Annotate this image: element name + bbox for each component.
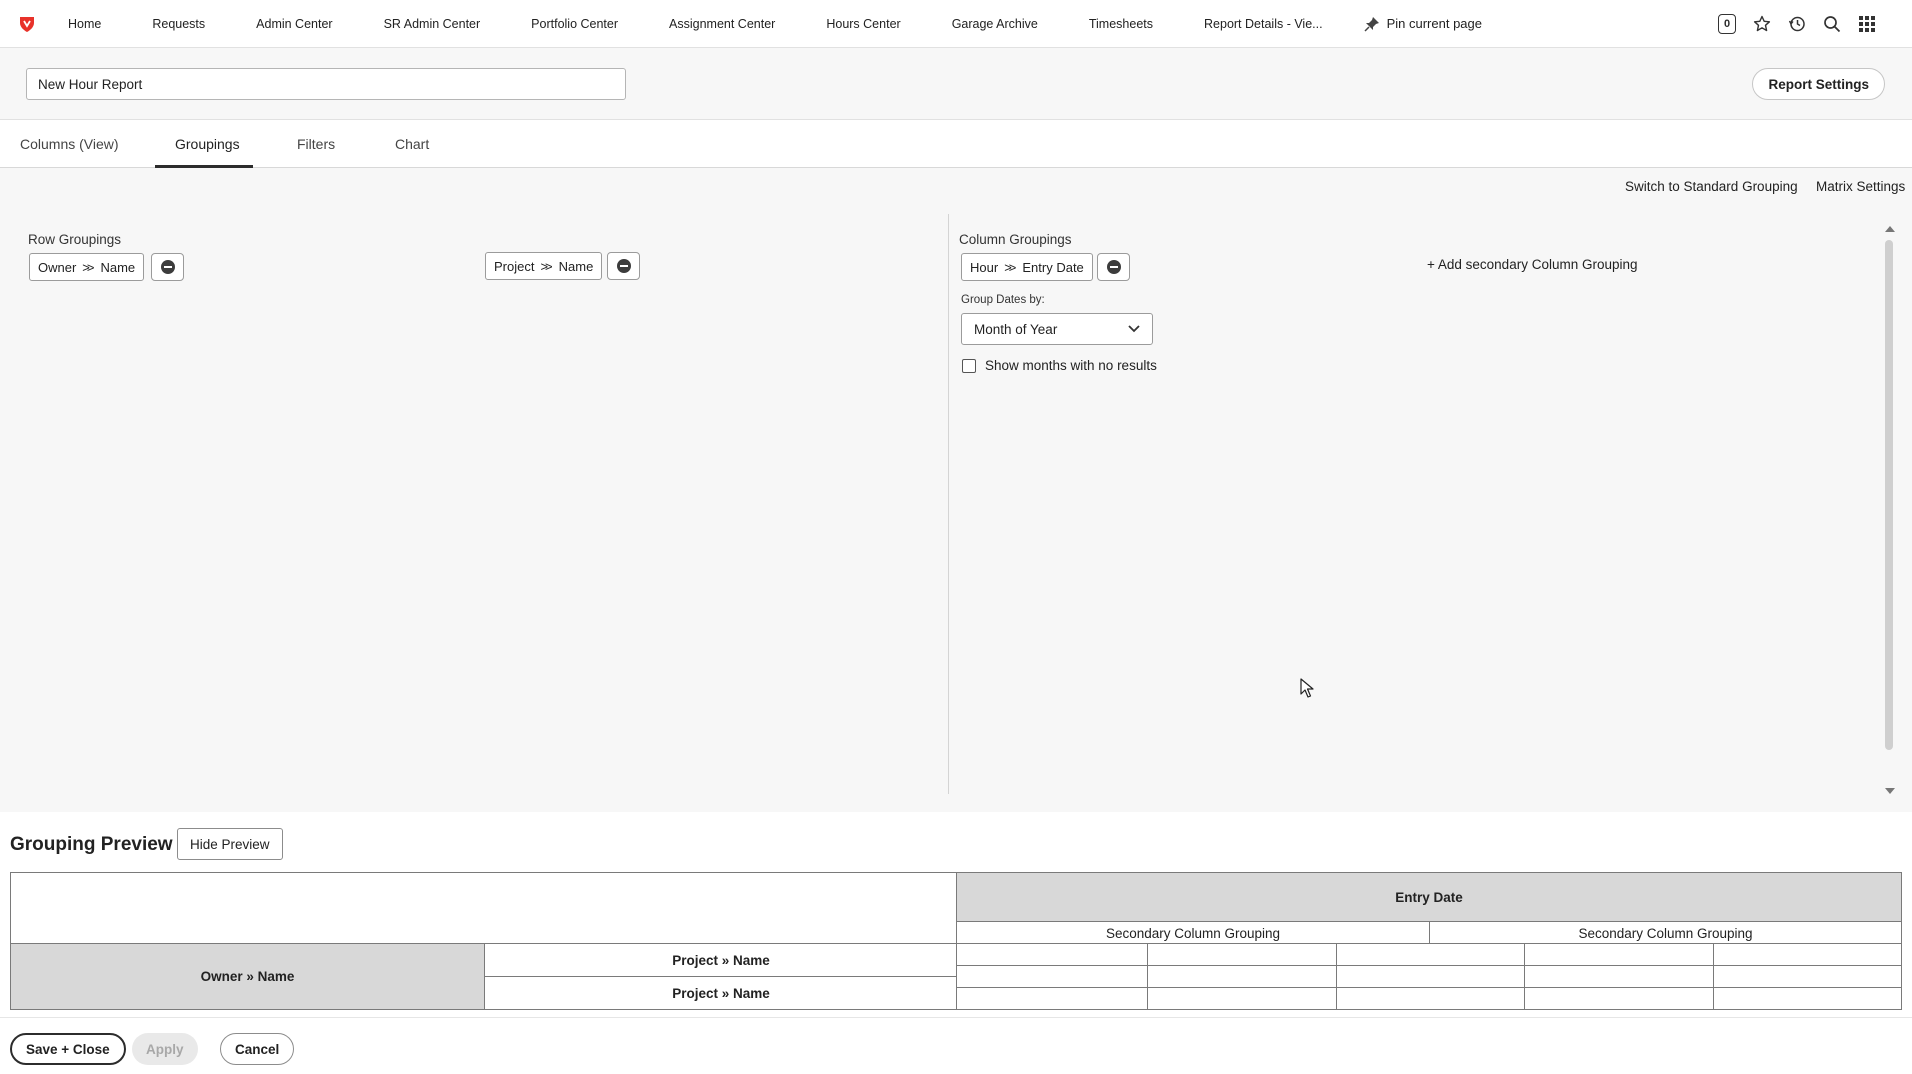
table-grid-line <box>1713 943 1714 1009</box>
remove-column-grouping-primary-button[interactable] <box>1097 253 1130 281</box>
scroll-up-icon[interactable] <box>1885 226 1895 232</box>
grouping-preview-panel: Grouping Preview Hide Preview Entry Date… <box>0 812 1912 1017</box>
row-header-project-name: Project » Name <box>672 985 770 1001</box>
notification-badge-icon[interactable]: 0 <box>1718 14 1736 34</box>
row-groupings-label: Row Groupings <box>28 232 122 247</box>
remove-row-grouping-primary-button[interactable] <box>151 253 184 281</box>
show-months-checkbox[interactable] <box>962 358 976 373</box>
chip-field: Name <box>558 258 594 274</box>
nav-requests[interactable]: Requests <box>152 17 205 31</box>
chevron-down-icon <box>1128 325 1140 333</box>
tab-bar: Columns (View) Groupings Filters Chart <box>0 120 1912 168</box>
nav-timesheets[interactable]: Timesheets <box>1089 17 1153 31</box>
nav-admin-center[interactable]: Admin Center <box>256 17 332 31</box>
group-dates-value: Month of Year <box>974 321 1058 337</box>
apply-button[interactable]: Apply <box>132 1033 198 1065</box>
tab-chart[interactable]: Chart <box>395 120 429 168</box>
chip-object: Owner <box>38 259 77 275</box>
report-header: Report Settings <box>0 48 1912 120</box>
pin-icon <box>1364 16 1379 32</box>
footer-actions: Save + Close Apply Cancel <box>0 1017 1912 1074</box>
chevron-double-right-icon: >> <box>540 258 552 274</box>
cancel-button[interactable]: Cancel <box>220 1033 295 1065</box>
pin-current-page-button[interactable]: Pin current page <box>1364 16 1482 32</box>
chevron-double-right-icon: >> <box>82 259 94 275</box>
table-grid-line <box>1429 921 1430 943</box>
table-grid-line <box>484 976 956 977</box>
chip-object: Hour <box>970 259 999 275</box>
report-settings-button[interactable]: Report Settings <box>1752 68 1885 100</box>
tab-filters[interactable]: Filters <box>297 120 335 168</box>
chevron-double-right-icon: >> <box>1004 259 1016 275</box>
search-icon[interactable] <box>1822 15 1841 34</box>
chip-field: Entry Date <box>1022 259 1084 275</box>
nav-home[interactable]: Home <box>68 17 101 31</box>
nav-report-details[interactable]: Report Details - Vie... <box>1204 17 1323 31</box>
scroll-down-icon[interactable] <box>1885 788 1895 794</box>
apps-grid-icon[interactable] <box>1857 15 1876 34</box>
minus-circle-icon <box>160 260 175 274</box>
row-grouping-primary-chip[interactable]: Owner >> Name <box>29 253 145 281</box>
show-months-label: Show months with no results <box>985 358 1157 373</box>
nav-portfolio-center[interactable]: Portfolio Center <box>531 17 618 31</box>
show-months-option: Show months with no results <box>962 358 1157 373</box>
add-secondary-column-grouping-link[interactable]: + Add secondary Column Grouping <box>1427 257 1638 272</box>
groupings-scrollbar[interactable] <box>1884 226 1895 794</box>
row-header-owner-name: Owner » Name <box>11 944 484 1009</box>
group-dates-select[interactable]: Month of Year <box>961 313 1153 345</box>
nav-hours-center[interactable]: Hours Center <box>826 17 900 31</box>
table-grid-line <box>1147 943 1148 1009</box>
report-name-input[interactable] <box>26 68 626 100</box>
mouse-cursor-icon <box>1300 678 1314 701</box>
save-close-button[interactable]: Save + Close <box>10 1033 126 1065</box>
row-header-project-name: Project » Name <box>672 952 770 968</box>
tab-groupings[interactable]: Groupings <box>175 120 240 168</box>
row-grouping-secondary-chip[interactable]: Project >> Name <box>485 252 603 280</box>
tab-columns-view[interactable]: Columns (View) <box>20 120 119 168</box>
table-grid-line <box>1524 943 1525 1009</box>
switch-to-standard-grouping-link[interactable]: Switch to Standard Grouping <box>1625 179 1798 194</box>
secondary-column-header: Secondary Column Grouping <box>1578 925 1753 941</box>
top-navigation: Home Requests Admin Center SR Admin Cent… <box>0 0 1912 48</box>
table-grid-line <box>956 987 1901 988</box>
nav-assignment-center[interactable]: Assignment Center <box>669 17 775 31</box>
minus-circle-icon <box>1106 260 1121 274</box>
history-icon[interactable] <box>1787 15 1806 34</box>
groupings-divider <box>948 214 949 794</box>
secondary-column-header: Secondary Column Grouping <box>1105 925 1281 941</box>
column-groupings-label: Column Groupings <box>959 232 1072 247</box>
groupings-panel: Switch to Standard Grouping Matrix Setti… <box>0 168 1912 812</box>
table-grid-line <box>956 965 1901 966</box>
table-grid-line <box>11 943 1901 944</box>
grouping-preview-title: Grouping Preview <box>10 834 173 855</box>
scroll-thumb[interactable] <box>1885 240 1893 750</box>
minus-circle-icon <box>616 259 631 273</box>
column-grouping-primary-chip[interactable]: Hour >> Entry Date <box>961 253 1093 281</box>
app-logo-icon[interactable] <box>12 9 42 39</box>
table-grid-line <box>956 873 957 1009</box>
group-dates-label: Group Dates by: <box>961 294 1045 306</box>
grouping-preview-table: Entry Date Secondary Column Grouping Sec… <box>10 872 1902 1010</box>
remove-row-grouping-secondary-button[interactable] <box>607 252 640 280</box>
column-header-entry-date: Entry Date <box>957 873 1901 921</box>
chip-object: Project <box>494 258 535 274</box>
table-grid-line <box>1336 943 1337 1009</box>
nav-garage-archive[interactable]: Garage Archive <box>952 17 1038 31</box>
chip-field: Name <box>100 259 136 275</box>
star-icon[interactable] <box>1752 15 1771 34</box>
nav-sr-admin-center[interactable]: SR Admin Center <box>384 17 481 31</box>
matrix-settings-link[interactable]: Matrix Settings <box>1816 179 1905 194</box>
hide-preview-button[interactable]: Hide Preview <box>177 828 283 860</box>
pin-label: Pin current page <box>1386 16 1482 31</box>
